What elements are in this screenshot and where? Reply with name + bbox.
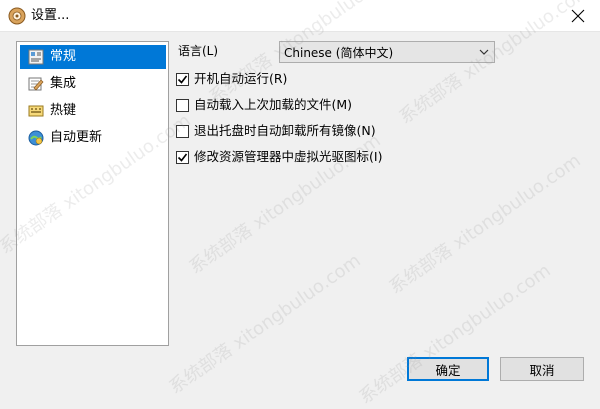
option-load-last-files[interactable]: 自动载入上次加载的文件(M) bbox=[176, 96, 352, 114]
sidebar-item-label: 集成 bbox=[50, 76, 77, 91]
language-dropdown[interactable]: Chinese (简体中文) bbox=[279, 41, 495, 63]
option-label: 退出托盘时自动卸载所有镜像(N) bbox=[194, 123, 376, 138]
chevron-down-icon bbox=[479, 49, 489, 55]
close-button[interactable] bbox=[556, 0, 600, 32]
auto-update-icon bbox=[28, 130, 44, 146]
window-title: 设置... bbox=[31, 8, 70, 23]
option-autostart[interactable]: 开机自动运行(R) bbox=[176, 70, 287, 88]
watermark: 系统部落 xitongbuluo.com bbox=[355, 260, 555, 409]
option-label: 修改资源管理器中虚拟光驱图标(I) bbox=[194, 149, 383, 164]
language-selected-value: Chinese (简体中文) bbox=[284, 45, 394, 60]
option-label: 开机自动运行(R) bbox=[194, 71, 288, 86]
watermark: 系统部落 xitongbuluo.com bbox=[385, 150, 585, 299]
sidebar-item-auto-update[interactable]: 自动更新 bbox=[20, 126, 166, 150]
check-icon bbox=[177, 75, 188, 84]
ok-button-label: 确定 bbox=[435, 362, 461, 378]
option-modify-drive-icon[interactable]: 修改资源管理器中虚拟光驱图标(I) bbox=[176, 148, 382, 166]
sidebar-item-label: 自动更新 bbox=[50, 130, 103, 145]
sidebar-item-label: 常规 bbox=[50, 49, 77, 64]
app-icon bbox=[8, 7, 26, 25]
close-icon bbox=[571, 9, 585, 23]
settings-category-list[interactable]: 常规 集成 热键 自动更新 bbox=[16, 41, 169, 346]
sidebar-item-integration[interactable]: 集成 bbox=[20, 72, 166, 96]
load-last-files-checkbox[interactable] bbox=[176, 98, 189, 112]
sidebar-item-label: 热键 bbox=[50, 103, 77, 118]
option-label: 自动载入上次加载的文件(M) bbox=[194, 97, 353, 112]
check-icon bbox=[177, 153, 188, 162]
modify-drive-icon-checkbox[interactable] bbox=[176, 150, 189, 164]
cancel-button[interactable]: 取消 bbox=[500, 357, 584, 381]
language-label: 语言(L) bbox=[178, 44, 219, 58]
sidebar-item-general[interactable]: 常规 bbox=[20, 45, 166, 69]
cancel-button-label: 取消 bbox=[529, 362, 555, 378]
hotkey-icon bbox=[28, 105, 44, 117]
title-bar: 设置... bbox=[0, 0, 600, 32]
unmount-on-exit-checkbox[interactable] bbox=[176, 124, 189, 138]
autostart-checkbox[interactable] bbox=[176, 72, 189, 86]
ok-button[interactable]: 确定 bbox=[407, 357, 489, 381]
option-unmount-on-exit[interactable]: 退出托盘时自动卸载所有镜像(N) bbox=[176, 122, 376, 140]
integration-icon bbox=[28, 77, 44, 91]
watermark: 系统部落 xitongbuluo.com bbox=[165, 250, 365, 399]
general-settings-icon bbox=[28, 49, 44, 65]
sidebar-item-hotkey[interactable]: 热键 bbox=[20, 99, 166, 123]
